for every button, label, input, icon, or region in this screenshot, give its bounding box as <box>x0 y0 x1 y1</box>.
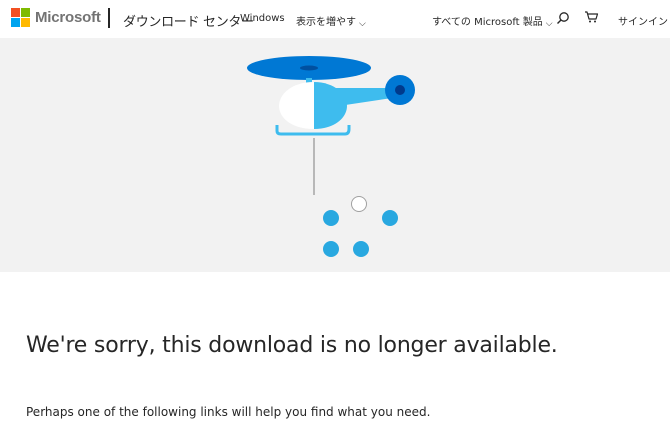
error-headline: We're sorry, this download is no longer … <box>26 333 558 358</box>
microsoft-logo-icon <box>11 8 30 27</box>
site-title-link[interactable]: ダウンロード センター <box>123 11 254 30</box>
nav-windows[interactable]: Windows <box>240 13 285 24</box>
logo-square-yellow <box>21 18 30 27</box>
cart-icon[interactable] <box>584 10 599 29</box>
sign-in-link[interactable]: サインイン <box>618 13 668 28</box>
cockpit-window <box>279 82 314 129</box>
helicopter-illustration <box>247 56 415 257</box>
hero-banner <box>0 38 670 272</box>
site-header: Microsoft ダウンロード センター Windows 表示を増やす ⌵ すべ… <box>0 0 670 38</box>
microsoft-logo[interactable]: Microsoft <box>11 8 101 27</box>
header-divider <box>108 8 110 28</box>
logo-square-blue <box>11 18 20 27</box>
all-microsoft-menu[interactable]: すべての Microsoft 製品 ⌵ <box>432 13 553 29</box>
brand-name: Microsoft <box>35 9 101 26</box>
tail-rotor-hub <box>395 85 405 95</box>
nav-more-menu[interactable]: 表示を増やす ⌵ <box>296 13 366 29</box>
loading-dot <box>323 210 339 226</box>
logo-square-green <box>21 8 30 17</box>
nav-more-label: 表示を増やす <box>296 17 356 28</box>
loading-dot <box>353 241 369 257</box>
help-text: Perhaps one of the following links will … <box>26 405 431 419</box>
chevron-down-icon: ⌵ <box>359 19 366 29</box>
loading-dot <box>382 210 398 226</box>
loading-dot <box>323 241 339 257</box>
all-microsoft-label: すべての Microsoft 製品 <box>432 17 543 28</box>
rotor-hub <box>300 65 318 71</box>
logo-square-red <box>11 8 20 17</box>
chevron-down-icon: ⌵ <box>545 19 553 29</box>
loading-dot-empty <box>351 196 367 212</box>
search-icon[interactable] <box>556 11 570 30</box>
